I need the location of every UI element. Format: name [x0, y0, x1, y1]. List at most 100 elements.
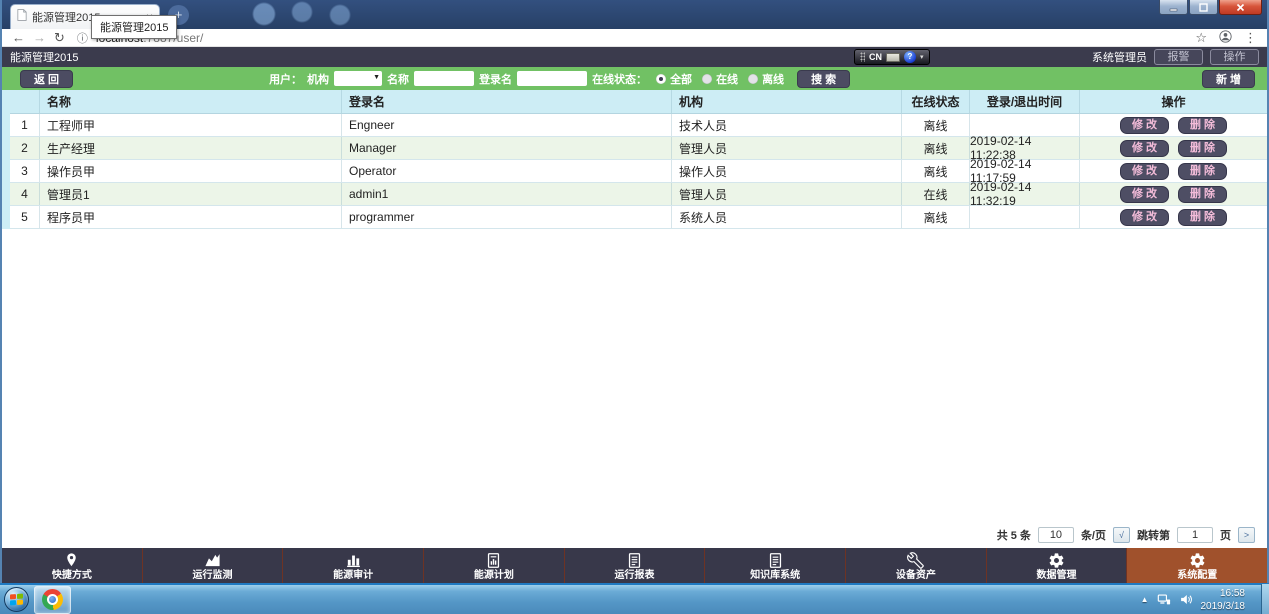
browser-address-bar: ← → ↻ ⓘ localhost:7887/user/ ☆ ⋮: [2, 29, 1267, 47]
delete-button[interactable]: 删 除: [1178, 209, 1227, 226]
users-table: 名称 登录名 机构 在线状态 登录/退出时间 操作 1 工程师甲 Engneer…: [2, 90, 1267, 229]
radio-all-control[interactable]: [656, 74, 666, 84]
cell-org: 技术人员: [672, 114, 902, 136]
cell-org: 系统人员: [672, 206, 902, 228]
edit-button[interactable]: 修 改: [1120, 163, 1169, 180]
page-number-input[interactable]: [1177, 527, 1213, 543]
cell-name: 程序员甲: [40, 206, 342, 228]
nav-label: 系统配置: [1177, 570, 1217, 581]
nav-item-monitoring[interactable]: 运行监测: [142, 548, 283, 583]
cell-name: 生产经理: [40, 137, 342, 159]
radio-online-label: 在线: [716, 71, 738, 87]
radio-online[interactable]: 在线: [702, 71, 738, 87]
table-row: 5 程序员甲 programmer 系统人员 离线 修 改 删 除: [10, 206, 1267, 229]
window-close-button[interactable]: [1219, 0, 1262, 15]
ime-language-bar[interactable]: CN ? ▾: [854, 49, 930, 65]
page-size-input[interactable]: [1038, 527, 1074, 543]
speaker-icon[interactable]: [1179, 593, 1193, 606]
login-input[interactable]: [517, 71, 587, 86]
login-label: 登录名: [479, 71, 512, 87]
page-info-icon[interactable]: ⓘ: [77, 30, 88, 46]
radio-offline-label: 离线: [762, 71, 784, 87]
cell-login: admin1: [342, 183, 672, 205]
reload-icon[interactable]: ↻: [54, 31, 65, 44]
forward-icon[interactable]: →: [33, 31, 46, 44]
ime-options-icon[interactable]: ▾: [920, 54, 924, 61]
address-bar-actions: ☆ ⋮: [1195, 30, 1257, 45]
next-page-button[interactable]: >: [1238, 527, 1255, 543]
app-title: 能源管理2015: [10, 49, 78, 65]
header-right: 系统管理员 报警 操作: [1092, 49, 1259, 65]
document-lines-icon: [626, 551, 643, 569]
jump-prefix-label: 跳转第: [1137, 527, 1170, 543]
radio-all[interactable]: 全部: [656, 71, 692, 87]
window-maximize-button[interactable]: [1189, 0, 1218, 15]
cell-name: 工程师甲: [40, 114, 342, 136]
document-lines-icon: [767, 551, 784, 569]
radio-online-control[interactable]: [702, 74, 712, 84]
radio-offline-control[interactable]: [748, 74, 758, 84]
nav-item-reports[interactable]: 运行报表: [564, 548, 705, 583]
chrome-icon: [42, 589, 63, 610]
delete-button[interactable]: 删 除: [1178, 117, 1227, 134]
delete-button[interactable]: 删 除: [1178, 186, 1227, 203]
org-label: 机构: [307, 71, 329, 87]
bookmark-star-icon[interactable]: ☆: [1195, 31, 1207, 44]
edit-button[interactable]: 修 改: [1120, 186, 1169, 203]
edit-button[interactable]: 修 改: [1120, 140, 1169, 157]
show-desktop-button[interactable]: [1261, 584, 1269, 614]
operation-button[interactable]: 操作: [1210, 49, 1259, 65]
nav-item-assets[interactable]: 设备资产: [845, 548, 986, 583]
nav-item-shortcuts[interactable]: 快捷方式: [2, 548, 142, 583]
nav-item-plan[interactable]: 能源计划: [423, 548, 564, 583]
network-icon[interactable]: [1157, 593, 1171, 606]
add-button[interactable]: 新 增: [1202, 70, 1255, 88]
tab-tooltip: 能源管理2015: [91, 15, 177, 39]
org-select[interactable]: ▼: [334, 71, 382, 86]
cell-status: 离线: [902, 206, 970, 228]
delete-button[interactable]: 删 除: [1178, 140, 1227, 157]
taskbar-chrome-button[interactable]: [34, 586, 71, 614]
cell-login: programmer: [342, 206, 672, 228]
page-size-apply-button[interactable]: √: [1113, 527, 1130, 543]
user-label: 用户：: [269, 71, 302, 87]
profile-icon[interactable]: [1219, 30, 1232, 45]
header-name: 名称: [40, 90, 342, 113]
search-button[interactable]: 搜 索: [797, 70, 850, 88]
ime-grip-handle[interactable]: [860, 52, 865, 62]
status-radio-group: 全部 在线 离线: [656, 71, 784, 87]
cell-status: 离线: [902, 160, 970, 182]
nav-item-data[interactable]: 数据管理: [986, 548, 1127, 583]
total-count-label: 共 5 条: [997, 527, 1031, 543]
row-number: 3: [10, 160, 40, 182]
cell-org: 管理人员: [672, 183, 902, 205]
browser-menu-icon[interactable]: ⋮: [1244, 31, 1257, 44]
tray-expand-icon[interactable]: ▲: [1141, 595, 1149, 604]
ime-help-icon[interactable]: ?: [904, 51, 916, 63]
content-spacer: [2, 229, 1267, 525]
nav-item-system-config[interactable]: 系统配置: [1126, 548, 1267, 583]
taskbar-clock[interactable]: 16:58 2019/3/18: [1201, 587, 1246, 613]
delete-button[interactable]: 删 除: [1178, 163, 1227, 180]
start-button[interactable]: [4, 587, 29, 612]
nav-item-knowledge[interactable]: 知识库系统: [704, 548, 845, 583]
cell-time: [970, 114, 1080, 136]
wrench-icon: [907, 551, 924, 569]
radio-offline[interactable]: 离线: [748, 71, 784, 87]
keyboard-icon[interactable]: [886, 53, 900, 62]
screen: 能源管理2015 × + 能源管理2015 ← → ↻ ⓘ localhost:…: [0, 0, 1269, 614]
location-pin-icon: [63, 551, 80, 569]
edit-button[interactable]: 修 改: [1120, 117, 1169, 134]
cell-login: Manager: [342, 137, 672, 159]
nav-item-audit[interactable]: 能源审计: [282, 548, 423, 583]
row-number: 1: [10, 114, 40, 136]
back-icon[interactable]: ←: [12, 31, 25, 44]
cell-status: 离线: [902, 114, 970, 136]
window-minimize-button[interactable]: [1159, 0, 1188, 15]
filters: 用户： 机构 ▼ 名称 登录名 在线状态： 全部 在线 离线 搜 索: [269, 70, 850, 88]
edit-button[interactable]: 修 改: [1120, 209, 1169, 226]
ime-language-label[interactable]: CN: [869, 52, 882, 62]
name-input[interactable]: [414, 71, 474, 86]
alarm-button[interactable]: 报警: [1154, 49, 1203, 65]
back-button[interactable]: 返 回: [20, 70, 73, 88]
